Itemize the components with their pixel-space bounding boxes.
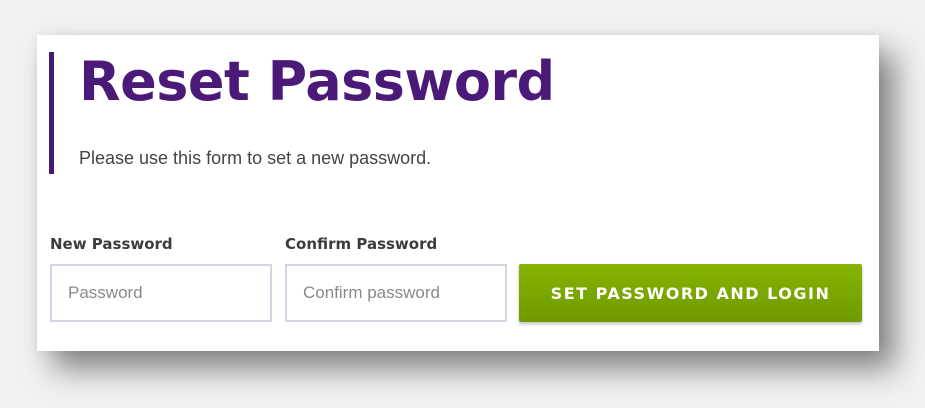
title-accent-bar [49,52,54,174]
confirm-password-input[interactable] [285,264,507,322]
page-title: Reset Password [79,50,555,113]
page-background: Reset Password Please use this form to s… [0,0,925,408]
reset-password-card: Reset Password Please use this form to s… [37,35,879,351]
new-password-label: New Password [50,235,173,253]
page-subtitle: Please use this form to set a new passwo… [79,148,432,168]
set-password-and-login-button[interactable]: SET PASSWORD AND LOGIN [519,264,862,322]
new-password-input[interactable] [50,264,272,322]
confirm-password-label: Confirm Password [285,235,438,253]
